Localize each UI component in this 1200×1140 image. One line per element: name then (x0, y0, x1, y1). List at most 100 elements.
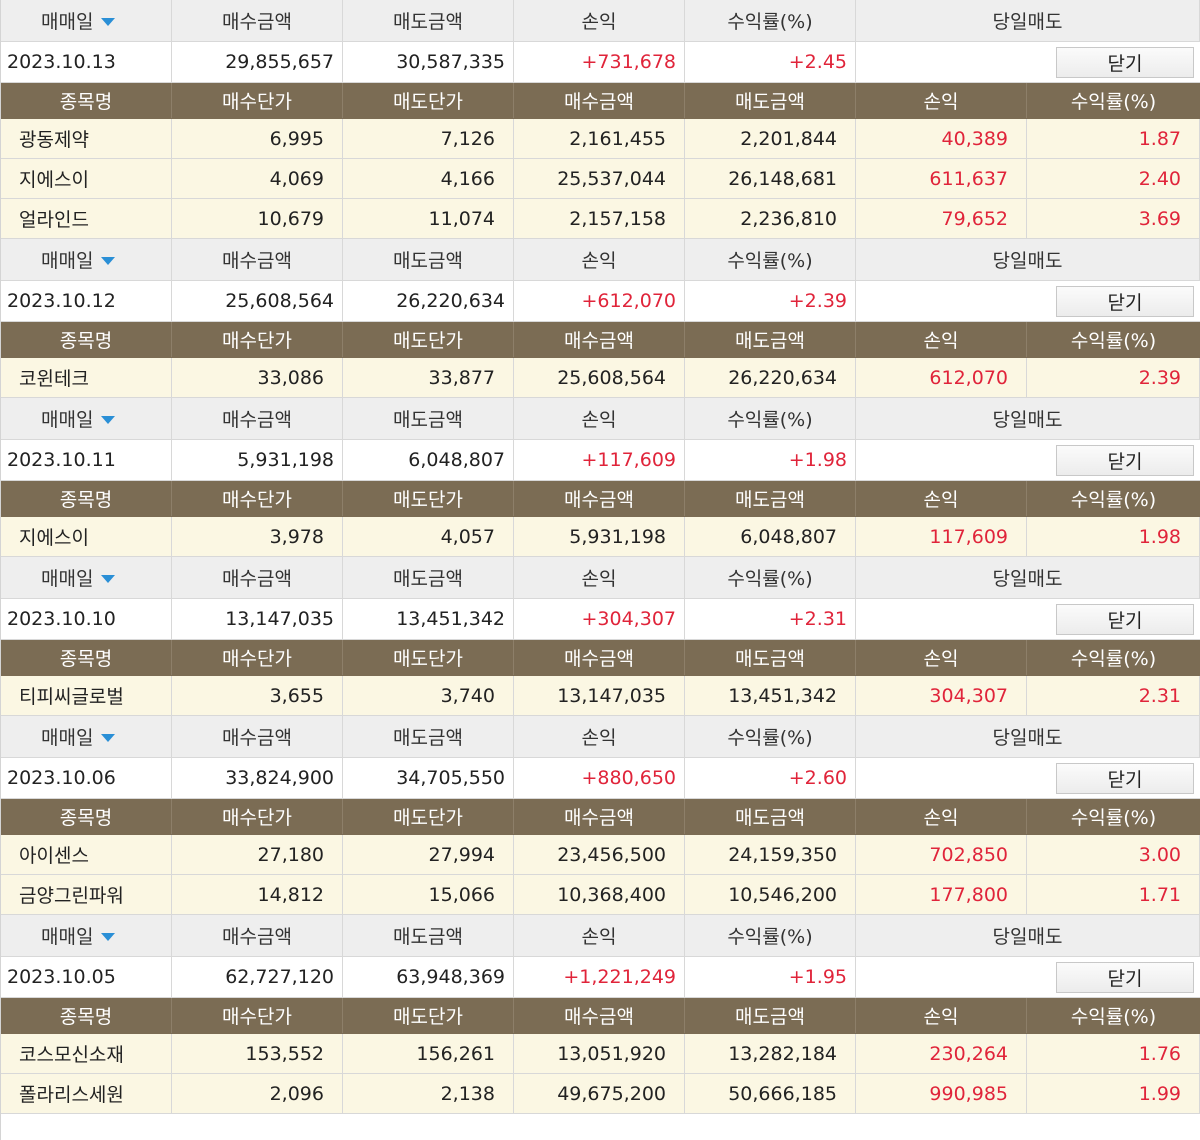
stock-name: 티피씨글로벌 (1, 676, 172, 715)
return-rate-header: 수익률(%) (685, 716, 856, 757)
pnl: 702,850 (856, 835, 1027, 874)
return-rate-header: 수익률(%) (1070, 807, 1157, 829)
return-rate-header-label: 수익률(%) (727, 727, 813, 749)
total-buy-amount: 25,608,564 (172, 281, 343, 321)
return-rate-header-label: 수익률(%) (727, 11, 813, 33)
sell-price: 3,740 (343, 676, 514, 715)
trade-date-header-label: 매매일 (41, 727, 94, 749)
table-row[interactable]: 광동제약 6,995 7,126 2,161,455 2,201,844 40,389 1.… (1, 119, 1200, 159)
buy-amount-header: 매수금액 (172, 716, 343, 757)
sort-down-arrow-icon[interactable] (101, 933, 116, 941)
trade-date: 2023.10.13 (1, 42, 172, 82)
buy-amount-header-label: 매수금액 (222, 568, 292, 590)
trade-date-header[interactable]: 매매일 (1, 716, 172, 757)
buy-amount-header: 매수금액 (514, 83, 685, 118)
pnl-header-label: 손익 (581, 11, 617, 33)
sort-down-arrow-icon[interactable] (101, 575, 116, 583)
table-row[interactable]: 코윈테크 33,086 33,877 25,608,564 26,220,634 612,… (1, 358, 1200, 398)
summary-value-row: 2023.10.05 62,727,120 63,948,369 +1,221,249… (1, 957, 1200, 998)
stock-name: 광동제약 (1, 119, 172, 158)
sort-down-arrow-icon[interactable] (101, 18, 116, 26)
total-sell-amount: 34,705,550 (343, 758, 514, 798)
trade-date-header[interactable]: 매매일 (1, 915, 172, 956)
trade-date-header[interactable]: 매매일 (1, 239, 172, 280)
close-button-cell: 닫기 (856, 599, 1200, 639)
sell-price-header: 매도단가 (343, 322, 514, 357)
trade-history-panel: 매매일 매수금액 매도금액 손익 수익률(%) 당일매도 2023.10.13 29,855,… (0, 0, 1200, 1140)
table-row[interactable]: 얼라인드 10,679 11,074 2,157,158 2,236,810 79,652… (1, 199, 1200, 239)
trade-date-header-label: 매매일 (41, 11, 94, 33)
sell-price: 2,138 (343, 1074, 514, 1113)
sell-price-header: 매도단가 (343, 83, 514, 118)
buy-price-header: 매수단가 (172, 322, 343, 357)
pnl-header-label: 손익 (581, 250, 617, 272)
close-button[interactable]: 닫기 (1056, 603, 1194, 635)
return-rate: 3.69 (1027, 199, 1200, 238)
return-rate: 3.00 (1027, 835, 1200, 874)
sell-amount-header-label: 매도금액 (393, 11, 463, 33)
table-row[interactable]: 지에스이 3,978 4,057 5,931,198 6,048,807 117,609 1… (1, 517, 1200, 557)
table-row[interactable]: 아이센스 27,180 27,994 23,456,500 24,159,350 702,… (1, 835, 1200, 875)
sell-price: 15,066 (343, 875, 514, 914)
return-rate: 2.39 (1027, 358, 1200, 397)
return-rate: 2.31 (1027, 676, 1200, 715)
summary-header-row: 매매일 매수금액 매도금액 손익 수익률(%) 당일매도 (1, 557, 1200, 599)
total-buy-amount: 5,931,198 (172, 440, 343, 480)
close-button[interactable]: 닫기 (1056, 762, 1194, 794)
close-button[interactable]: 닫기 (1056, 444, 1194, 476)
same-day-sell-header-label: 당일매도 (992, 409, 1063, 431)
table-row[interactable]: 금양그린파워 14,812 15,066 10,368,400 10,546,200 17… (1, 875, 1200, 915)
summary-value-row: 2023.10.11 5,931,198 6,048,807 +117,609 +1.9… (1, 440, 1200, 481)
detail-header-row: 종목명 매수단가 매도단가 매수금액 매도금액 손익 수익률(%) (1, 998, 1200, 1034)
pnl-header: 손익 (514, 915, 685, 956)
total-pnl: +612,070 (514, 281, 685, 321)
buy-amount: 2,157,158 (514, 199, 685, 238)
buy-price: 153,552 (172, 1034, 343, 1073)
pnl-header: 손익 (856, 83, 1027, 118)
sell-amount: 6,048,807 (685, 517, 856, 556)
sell-amount-header-label: 매도금액 (393, 409, 463, 431)
buy-price-header: 매수단가 (172, 83, 343, 118)
summary-header-row: 매매일 매수금액 매도금액 손익 수익률(%) 당일매도 (1, 239, 1200, 281)
sell-amount-header: 매도금액 (343, 716, 514, 757)
trade-date-header[interactable]: 매매일 (1, 557, 172, 598)
trade-date-header[interactable]: 매매일 (1, 398, 172, 439)
same-day-sell-header-label: 당일매도 (992, 926, 1063, 948)
total-pnl: +304,307 (514, 599, 685, 639)
trade-date-header[interactable]: 매매일 (1, 0, 172, 41)
sell-amount-header: 매도금액 (343, 0, 514, 41)
sort-down-arrow-icon[interactable] (101, 734, 116, 742)
pnl-header: 손익 (514, 0, 685, 41)
pnl-header-label: 손익 (581, 568, 617, 590)
buy-amount: 13,051,920 (514, 1034, 685, 1073)
table-row[interactable]: 코스모신소재 153,552 156,261 13,051,920 13,282,184… (1, 1034, 1200, 1074)
buy-price-header: 매수단가 (172, 799, 343, 834)
buy-price: 6,995 (172, 119, 343, 158)
sort-down-arrow-icon[interactable] (101, 257, 116, 265)
sell-price: 11,074 (343, 199, 514, 238)
pnl-header: 손익 (856, 481, 1027, 516)
close-button[interactable]: 닫기 (1056, 285, 1194, 317)
table-row[interactable]: 티피씨글로벌 3,655 3,740 13,147,035 13,451,342 304,… (1, 676, 1200, 716)
table-row[interactable]: 폴라리스세원 2,096 2,138 49,675,200 50,666,185 990,… (1, 1074, 1200, 1114)
close-button[interactable]: 닫기 (1056, 46, 1194, 78)
sell-amount-header: 매도금액 (685, 481, 856, 516)
stock-name: 지에스이 (1, 517, 172, 556)
close-button[interactable]: 닫기 (1056, 961, 1194, 993)
detail-header-row: 종목명 매수단가 매도단가 매수금액 매도금액 손익 수익률(%) (1, 481, 1200, 517)
stock-name: 얼라인드 (1, 199, 172, 238)
sell-amount: 2,236,810 (685, 199, 856, 238)
trade-date: 2023.10.05 (1, 957, 172, 997)
buy-price: 2,096 (172, 1074, 343, 1113)
same-day-sell-header-label: 당일매도 (992, 250, 1063, 272)
buy-amount: 10,368,400 (514, 875, 685, 914)
day-group: 매매일 매수금액 매도금액 손익 수익률(%) 당일매도 2023.10.05 62,727,… (1, 915, 1200, 1114)
return-rate-header: 수익률(%) (685, 915, 856, 956)
sell-price: 7,126 (343, 119, 514, 158)
total-sell-amount: 26,220,634 (343, 281, 514, 321)
buy-amount-header-label: 매수금액 (222, 727, 292, 749)
sort-down-arrow-icon[interactable] (101, 416, 116, 424)
buy-amount-header-label: 매수금액 (222, 926, 292, 948)
buy-amount: 25,608,564 (514, 358, 685, 397)
table-row[interactable]: 지에스이 4,069 4,166 25,537,044 26,148,681 611,63… (1, 159, 1200, 199)
